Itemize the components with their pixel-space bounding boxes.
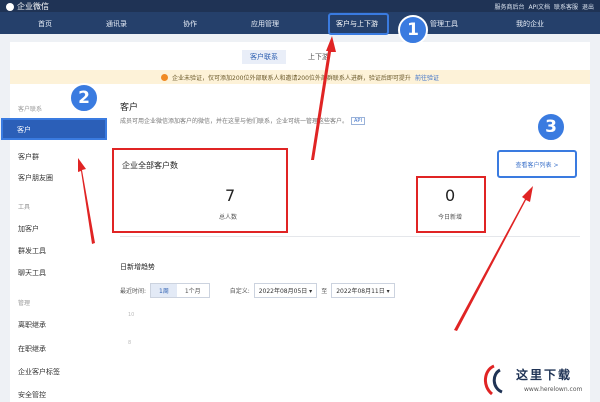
watermark: 这里下载 www.herelown.com	[478, 364, 598, 400]
watermark-text: 这里下载	[516, 368, 573, 382]
arrow-to-nav	[311, 36, 336, 160]
step-3-badge: 3	[536, 112, 566, 142]
arrow-to-sidebar	[78, 158, 95, 244]
step-1-badge: 1	[398, 15, 428, 45]
watermark-url: www.herelown.com	[524, 386, 583, 393]
step-2-badge: 2	[69, 83, 99, 113]
annotation-arrows	[78, 36, 533, 331]
watermark-logo-icon	[484, 364, 503, 396]
arrow-to-list-button	[454, 186, 533, 331]
